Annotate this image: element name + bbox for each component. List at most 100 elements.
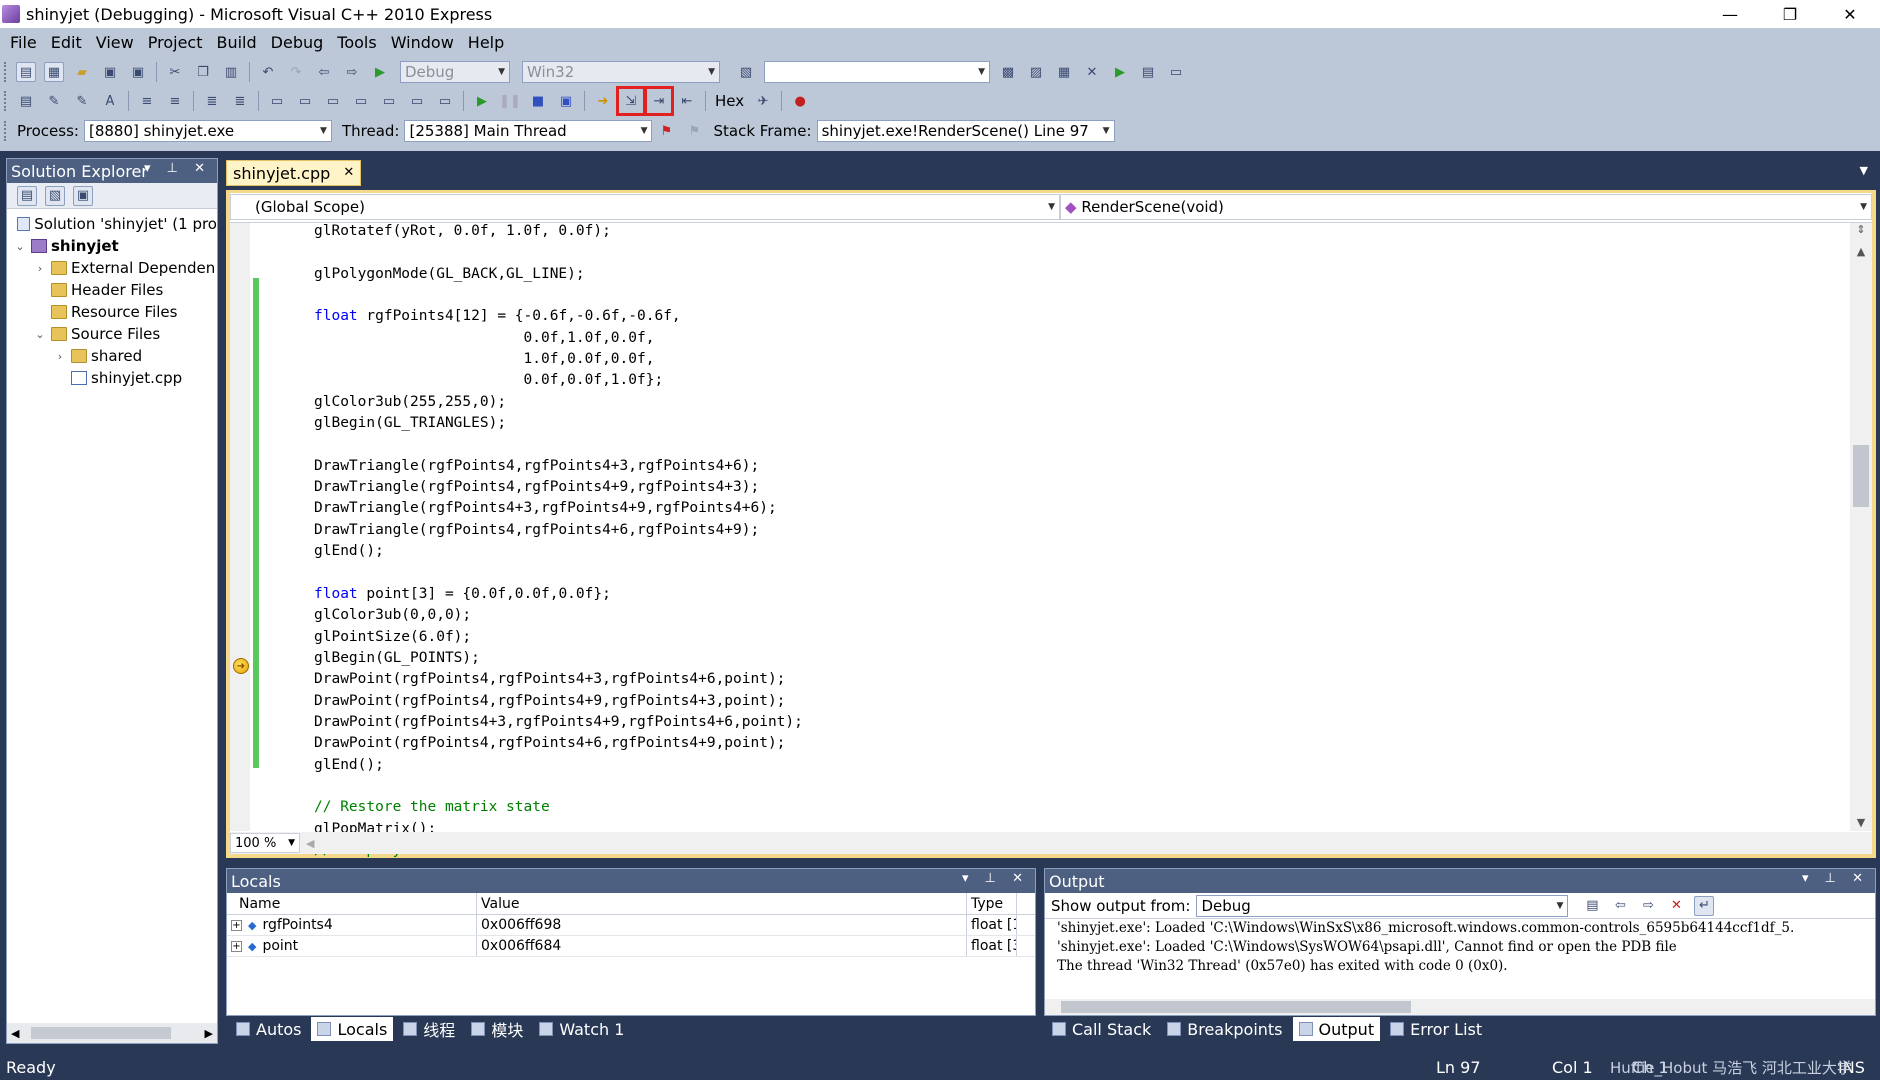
properties-icon[interactable]: ▨ bbox=[1026, 62, 1046, 82]
tree-item-source-files[interactable]: ⌄ Source Files bbox=[7, 323, 217, 345]
clear-all-icon[interactable]: ✕ bbox=[1666, 896, 1686, 916]
scroll-left-icon[interactable]: ◀ bbox=[306, 837, 314, 850]
open-folder-icon[interactable]: ▰ bbox=[72, 62, 92, 82]
prev-bookmark-icon[interactable]: ▭ bbox=[295, 91, 315, 111]
show-all-files-icon[interactable]: ▧ bbox=[45, 185, 65, 206]
code-line[interactable] bbox=[314, 563, 803, 584]
show-threads-icon[interactable]: ✈ bbox=[753, 91, 773, 111]
parameter-info-icon[interactable]: ✎ bbox=[44, 91, 64, 111]
pane-controls[interactable]: ▾ ⊥ ✕ bbox=[144, 161, 211, 176]
cut-icon[interactable]: ✂ bbox=[165, 62, 185, 82]
tree-item-shinyjet-cpp[interactable]: shinyjet.cpp bbox=[7, 367, 217, 389]
start-page-icon[interactable]: ▶ bbox=[1110, 62, 1130, 82]
tree-item-resource-files[interactable]: Resource Files bbox=[7, 301, 217, 323]
scroll-down-icon[interactable]: ▼ bbox=[1850, 816, 1872, 829]
tab-autos[interactable]: Autos bbox=[230, 1017, 307, 1041]
continue-icon[interactable]: ▶ bbox=[472, 91, 492, 111]
solution-explorer-icon[interactable]: ▩ bbox=[998, 62, 1018, 82]
prev-message-icon[interactable]: ⇦ bbox=[1610, 896, 1630, 916]
step-out-icon[interactable]: ⇤ bbox=[677, 91, 697, 111]
code-line[interactable]: glBegin(GL_POINTS); bbox=[314, 648, 803, 669]
uncomment-icon[interactable]: ≣ bbox=[230, 91, 250, 111]
restart-icon[interactable]: ▣ bbox=[556, 91, 576, 111]
solution-platform-select[interactable]: Win32 ▼ bbox=[522, 61, 720, 83]
clear-bookmarks-icon[interactable]: ▭ bbox=[435, 91, 455, 111]
tree-item-header-files[interactable]: Header Files bbox=[7, 279, 217, 301]
word-wrap-icon[interactable]: ↵ bbox=[1694, 895, 1715, 916]
process-select[interactable]: [8880] shinyjet.exe ▼ bbox=[83, 120, 332, 142]
toolbox-icon[interactable]: ✕ bbox=[1082, 62, 1102, 82]
command-window-icon[interactable]: ▭ bbox=[1166, 62, 1186, 82]
quick-info-icon[interactable]: ✎ bbox=[72, 91, 92, 111]
code-line[interactable]: DrawTriangle(rgfPoints4,rgfPoints4+6,rgf… bbox=[314, 520, 803, 541]
flag-thread-icon[interactable]: ⚑ bbox=[656, 121, 676, 141]
properties-icon[interactable]: ▤ bbox=[17, 185, 37, 206]
thread-select[interactable]: [25388] Main Thread ▼ bbox=[404, 120, 653, 142]
menu-build[interactable]: Build bbox=[210, 33, 264, 52]
menu-tools[interactable]: Tools bbox=[331, 33, 384, 52]
split-handle-icon[interactable]: ⇕ bbox=[1850, 223, 1872, 236]
toolbar-grip[interactable] bbox=[4, 91, 8, 111]
code-line[interactable]: 1.0f,0.0f,0.0f, bbox=[314, 349, 803, 370]
vertical-scrollbar[interactable]: ⇕ ▲ ▼ bbox=[1850, 223, 1872, 831]
locals-row[interactable]: + ◆ rgfPoints4 0x006ff698 float [1 bbox=[227, 915, 1035, 936]
toolbar-grip[interactable] bbox=[4, 121, 8, 141]
tab-error-list[interactable]: Error List bbox=[1384, 1017, 1488, 1041]
expand-icon[interactable]: + bbox=[231, 919, 242, 931]
toggle-bookmark-icon[interactable]: ▭ bbox=[267, 91, 287, 111]
code-line[interactable]: glBegin(GL_TRIANGLES); bbox=[314, 413, 803, 434]
decrease-indent-icon[interactable]: ≡ bbox=[137, 91, 157, 111]
redo-icon[interactable]: ↷ bbox=[286, 62, 306, 82]
break-all-icon[interactable]: ❚❚ bbox=[499, 91, 521, 111]
column-name[interactable]: Name bbox=[227, 893, 477, 914]
close-button[interactable]: ✕ bbox=[1820, 0, 1880, 28]
increase-indent-icon[interactable]: ≡ bbox=[165, 91, 185, 111]
class-view-icon[interactable]: ▤ bbox=[1138, 62, 1158, 82]
stop-debugging-icon[interactable]: ■ bbox=[528, 91, 548, 111]
zoom-select[interactable]: 100 % ▼ bbox=[230, 833, 300, 853]
locals-value[interactable]: 0x006ff684 bbox=[477, 936, 967, 956]
close-tab-icon[interactable]: ✕ bbox=[343, 165, 354, 180]
copy-icon[interactable]: ❐ bbox=[193, 62, 213, 82]
code-line[interactable]: glEnd(); bbox=[314, 541, 803, 562]
code-line[interactable]: glColor3ub(0,0,0); bbox=[314, 605, 803, 626]
code-line[interactable]: float rgfPoints4[12] = {-0.6f,-0.6f,-0.6… bbox=[314, 306, 803, 327]
code-line[interactable]: 0.0f,1.0f,0.0f, bbox=[314, 328, 803, 349]
menu-help[interactable]: Help bbox=[462, 33, 512, 52]
code-line[interactable] bbox=[314, 776, 803, 797]
navigate-forward-icon[interactable]: ⇨ bbox=[342, 62, 362, 82]
expand-icon[interactable]: › bbox=[33, 262, 47, 275]
horizontal-scrollbar[interactable]: ◀ ▶ bbox=[7, 1023, 217, 1043]
tab-output[interactable]: Output bbox=[1292, 1017, 1381, 1041]
code-line[interactable]: glEnd(); bbox=[314, 755, 803, 776]
next-message-icon[interactable]: ⇨ bbox=[1638, 896, 1658, 916]
prev-bookmark-folder-icon[interactable]: ▭ bbox=[351, 91, 371, 111]
code-line[interactable] bbox=[314, 242, 803, 263]
code-line[interactable]: glColor3ub(255,255,0); bbox=[314, 392, 803, 413]
new-project-icon[interactable]: ▤ bbox=[16, 62, 36, 82]
current-statement-arrow-icon[interactable]: ➜ bbox=[233, 658, 249, 674]
pane-controls[interactable]: ▾ ⊥ ✕ bbox=[1802, 871, 1869, 886]
undo-icon[interactable]: ↶ bbox=[258, 62, 278, 82]
code-line[interactable]: DrawPoint(rgfPoints4,rgfPoints4+9,rgfPoi… bbox=[314, 691, 803, 712]
menu-project[interactable]: Project bbox=[142, 33, 211, 52]
code-line[interactable] bbox=[314, 285, 803, 306]
code-line[interactable]: float point[3] = {0.0f,0.0f,0.0f}; bbox=[314, 584, 803, 605]
output-text[interactable]: 'shinyjet.exe': Loaded 'C:\Windows\WinSx… bbox=[1045, 919, 1875, 976]
code-line[interactable]: glRotatef(yRot, 0.0f, 1.0f, 0.0f); bbox=[314, 221, 803, 242]
code-line[interactable]: DrawPoint(rgfPoints4,rgfPoints4+3,rgfPoi… bbox=[314, 669, 803, 690]
add-item-icon[interactable]: ▦ bbox=[44, 62, 64, 82]
find-combo[interactable]: ▼ bbox=[764, 61, 990, 83]
next-bookmark-icon[interactable]: ▭ bbox=[323, 91, 343, 111]
member-select[interactable]: ◆ RenderScene(void) ▼ bbox=[1060, 194, 1872, 220]
toolbar-grip[interactable] bbox=[4, 62, 8, 82]
navigate-backward-icon[interactable]: ⇦ bbox=[314, 62, 334, 82]
scroll-up-icon[interactable]: ▲ bbox=[1850, 245, 1872, 258]
column-type[interactable]: Type bbox=[967, 893, 1017, 914]
comment-out-icon[interactable]: ≣ bbox=[202, 91, 222, 111]
tree-item-external-dependencies[interactable]: › External Dependen bbox=[7, 257, 217, 279]
code-line[interactable]: glPolygonMode(GL_BACK,GL_LINE); bbox=[314, 264, 803, 285]
find-message-icon[interactable]: ▤ bbox=[1582, 896, 1602, 916]
refresh-icon[interactable]: ▣ bbox=[73, 185, 93, 206]
code-line[interactable]: // Restore the matrix state bbox=[314, 797, 803, 818]
